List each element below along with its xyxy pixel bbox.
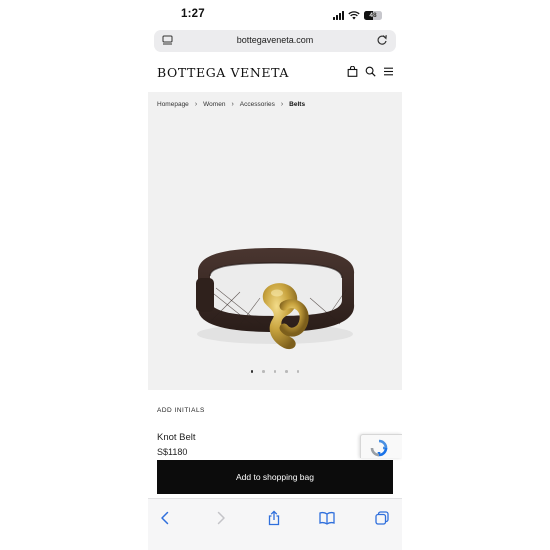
bag-icon[interactable] [347, 66, 358, 77]
search-icon[interactable] [365, 66, 376, 77]
cellular-signal-icon [333, 10, 344, 20]
chevron-right-icon: › [231, 101, 234, 108]
breadcrumb-current: Belts [289, 101, 306, 108]
brand-logo[interactable]: BOTTEGA VENETA [157, 65, 289, 80]
breadcrumb-women[interactable]: Women [203, 101, 225, 108]
back-icon [161, 511, 169, 525]
chevron-right-icon: › [280, 101, 284, 108]
status-time: 1:27 [181, 8, 205, 20]
breadcrumb-accessories[interactable]: Accessories [240, 101, 275, 108]
recaptcha-badge[interactable] [360, 434, 402, 458]
product-gallery[interactable]: Homepage › Women › Accessories › Belts [148, 92, 402, 390]
gallery-dot[interactable] [296, 370, 300, 373]
bookmarks-icon [319, 512, 335, 525]
breadcrumb-homepage[interactable]: Homepage [157, 101, 189, 108]
product-name: Knot Belt [157, 432, 196, 443]
phone-screen: 1:27 48 bottegaveneta.com BOTTEGA VENETA… [148, 0, 402, 550]
add-initials-link[interactable]: ADD INITIALS [157, 407, 205, 414]
site-header: BOTTEGA VENETA [148, 56, 402, 90]
reload-icon[interactable] [376, 34, 388, 46]
add-to-bag-button[interactable]: Add to shopping bag [157, 460, 393, 494]
gallery-dot[interactable] [285, 370, 288, 373]
recaptcha-icon [370, 439, 388, 457]
gallery-dot[interactable] [273, 370, 277, 373]
product-price: S$1180 [157, 447, 188, 457]
tabs-icon [375, 511, 389, 525]
wifi-icon [348, 10, 360, 19]
tabs-button[interactable] [374, 510, 390, 526]
forward-button[interactable] [213, 510, 229, 526]
status-indicators: 48 [333, 9, 382, 21]
bookmarks-button[interactable] [319, 510, 335, 526]
browser-toolbar [148, 498, 402, 550]
header-actions [347, 66, 394, 77]
gallery-dot[interactable] [262, 370, 265, 373]
share-icon [268, 510, 280, 526]
gallery-pagination[interactable] [148, 370, 402, 373]
menu-icon[interactable] [383, 66, 394, 77]
forward-icon [217, 511, 225, 525]
battery-level: 48 [369, 11, 377, 19]
breadcrumb: Homepage › Women › Accessories › Belts [157, 101, 305, 108]
status-bar: 1:27 48 [148, 0, 402, 30]
address-bar[interactable]: bottegaveneta.com [154, 30, 396, 52]
back-button[interactable] [157, 510, 173, 526]
chevron-right-icon: › [194, 101, 198, 108]
url-text[interactable]: bottegaveneta.com [154, 35, 396, 45]
battery-icon: 48 [364, 10, 382, 20]
share-button[interactable] [266, 510, 282, 526]
product-image [196, 248, 355, 350]
gallery-dot[interactable] [250, 370, 254, 373]
